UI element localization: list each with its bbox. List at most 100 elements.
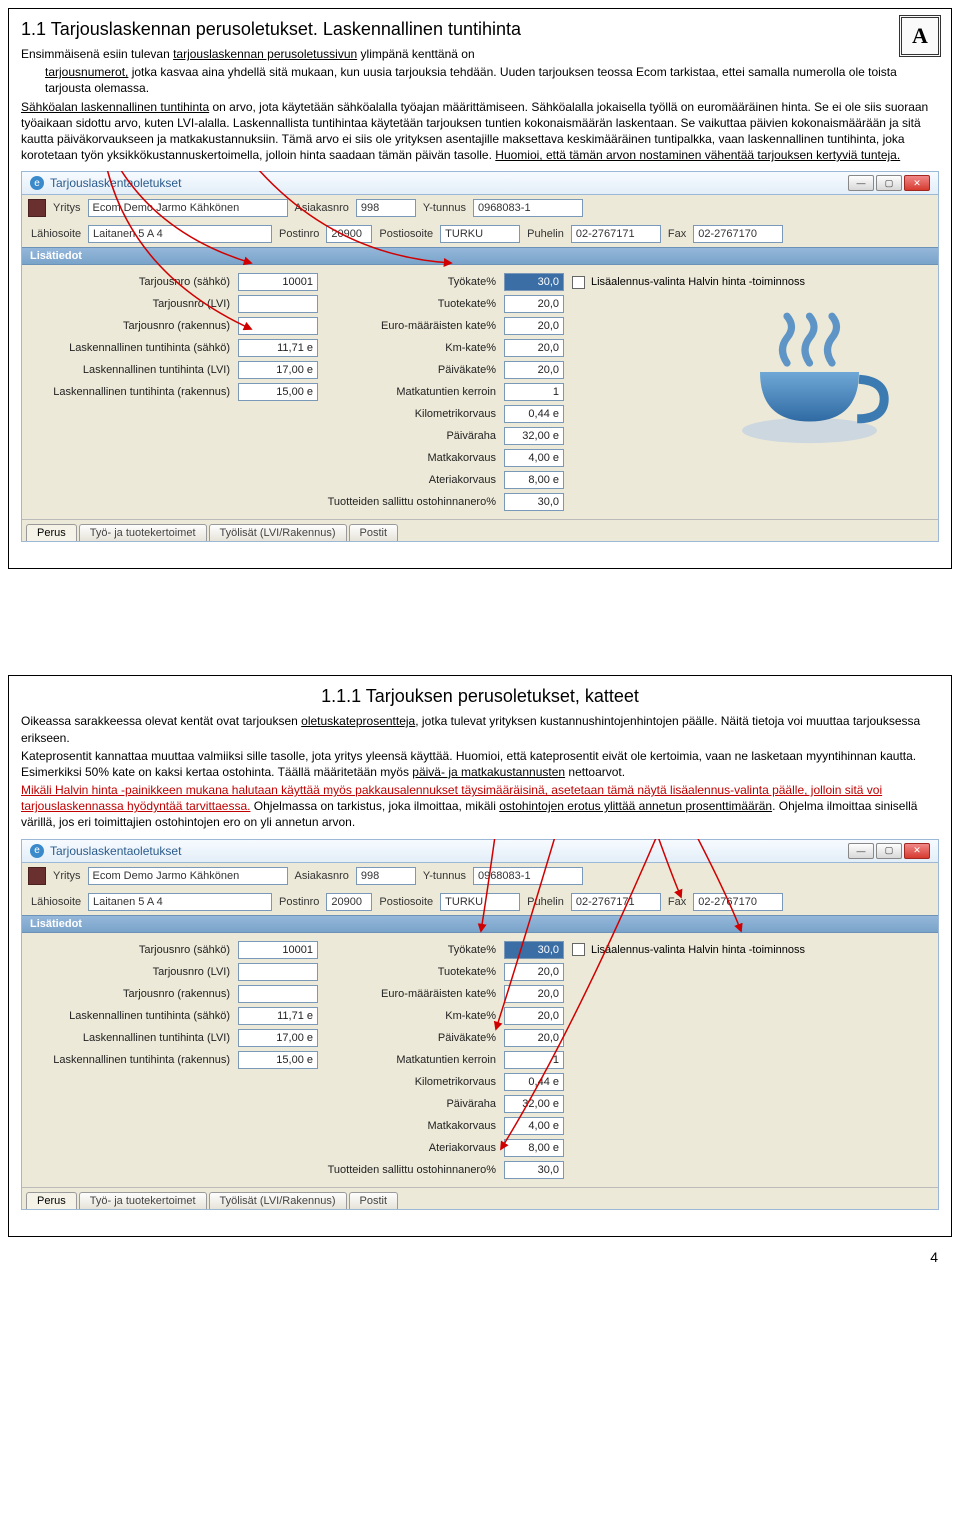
checkbox-row[interactable]: Lisäalennus-valinta Halvin hinta -toimin… xyxy=(572,943,930,956)
checkbox-row[interactable]: Lisäalennus-valinta Halvin hinta -toimin… xyxy=(572,276,930,289)
right-label: Km-kate% xyxy=(326,342,496,354)
tab-tyo[interactable]: Työ- ja tuotekertoimet xyxy=(79,524,207,541)
s2-p3b: Ohjelmassa on tarkistus, joka ilmoittaa,… xyxy=(250,799,499,813)
yritys-input[interactable]: Ecom Demo Jarmo Kähkönen xyxy=(88,867,288,885)
section2-body: Oikeassa sarakkeessa olevat kentät ovat … xyxy=(21,713,939,830)
s1-p1e: jotka kasvaa aina yhdellä sitä mukaan, k… xyxy=(45,65,897,95)
page-number: 4 xyxy=(0,1245,960,1273)
minimize-button[interactable]: — xyxy=(848,175,874,191)
right-input[interactable]: 0,44 e xyxy=(504,405,564,423)
tab-postit[interactable]: Postit xyxy=(349,524,399,541)
right-input[interactable]: 30,0 xyxy=(504,493,564,511)
ytunnus-input[interactable]: 0968083-1 xyxy=(473,867,583,885)
yritys-input[interactable]: Ecom Demo Jarmo Kähkönen xyxy=(88,199,288,217)
right-input[interactable]: 8,00 e xyxy=(504,1139,564,1157)
puhelin-input[interactable]: 02-2767171 xyxy=(571,893,661,911)
ytunnus-label: Y-tunnus xyxy=(420,870,469,882)
lahiosoite-input[interactable]: Laitanen 5 A 4 xyxy=(88,225,272,243)
left-input[interactable]: 10001 xyxy=(238,941,318,959)
right-label: Päiväraha xyxy=(326,430,496,442)
left-input[interactable]: 11,71 e xyxy=(238,1007,318,1025)
tabs-row: Perus Työ- ja tuotekertoimet Työlisät (L… xyxy=(22,519,938,541)
left-input[interactable]: 15,00 e xyxy=(238,1051,318,1069)
left-input[interactable]: 17,00 e xyxy=(238,361,318,379)
tab-tyolisat[interactable]: Työlisät (LVI/Rakennus) xyxy=(209,1192,347,1209)
right-input[interactable]: 1 xyxy=(504,383,564,401)
asiakasnro-input[interactable]: 998 xyxy=(356,199,416,217)
s1-p1d: tarjousnumerot, xyxy=(45,65,128,79)
right-input[interactable]: 20,0 xyxy=(504,963,564,981)
left-input[interactable]: 11,71 e xyxy=(238,339,318,357)
ytunnus-input[interactable]: 0968083-1 xyxy=(473,199,583,217)
left-label: Tarjousnro (sähkö) xyxy=(30,944,230,956)
right-input[interactable]: 20,0 xyxy=(504,985,564,1003)
right-label: Ateriakorvaus xyxy=(326,1142,496,1154)
right-input[interactable]: 30,0 xyxy=(504,941,564,959)
postiosoite-input[interactable]: TURKU xyxy=(440,225,520,243)
maximize-button[interactable]: ▢ xyxy=(876,175,902,191)
asiakasnro-label: Asiakasnro xyxy=(292,202,352,214)
right-input[interactable]: 32,00 e xyxy=(504,427,564,445)
close-button[interactable]: ✕ xyxy=(904,175,930,191)
app-titlebar: e Tarjouslaskentaoletukset — ▢ ✕ xyxy=(21,171,939,194)
right-input[interactable]: 20,0 xyxy=(504,317,564,335)
left-input[interactable] xyxy=(238,295,318,313)
postinro-input[interactable]: 20900 xyxy=(326,225,372,243)
left-input[interactable]: 10001 xyxy=(238,273,318,291)
postiosoite-label: Postiosoite xyxy=(376,896,436,908)
app-screenshot-2: e Tarjouslaskentaoletukset — ▢ ✕ Yritys … xyxy=(21,839,939,1210)
close-button[interactable]: ✕ xyxy=(904,843,930,859)
fax-input[interactable]: 02-2767170 xyxy=(693,225,783,243)
right-input[interactable]: 1 xyxy=(504,1051,564,1069)
right-label: Tuotekate% xyxy=(326,298,496,310)
checkbox-icon[interactable] xyxy=(572,276,585,289)
puhelin-label: Puhelin xyxy=(524,896,567,908)
tab-tyolisat[interactable]: Työlisät (LVI/Rakennus) xyxy=(209,524,347,541)
right-input[interactable]: 8,00 e xyxy=(504,471,564,489)
right-input[interactable]: 0,44 e xyxy=(504,1073,564,1091)
postinro-input[interactable]: 20900 xyxy=(326,893,372,911)
s1-p2c: Huomioi, että tämän arvon nostaminen väh… xyxy=(495,148,900,162)
right-input[interactable]: 32,00 e xyxy=(504,1095,564,1113)
tab-perus[interactable]: Perus xyxy=(26,524,77,541)
minimize-button[interactable]: — xyxy=(848,843,874,859)
right-input[interactable]: 20,0 xyxy=(504,295,564,313)
asiakasnro-input[interactable]: 998 xyxy=(356,867,416,885)
postiosoite-input[interactable]: TURKU xyxy=(440,893,520,911)
maximize-button[interactable]: ▢ xyxy=(876,843,902,859)
right-input[interactable]: 20,0 xyxy=(504,1007,564,1025)
s2-p3u: ostohintojen erotus ylittää annetun pros… xyxy=(499,799,772,813)
s2-p2u: päivä- ja matkakustannusten xyxy=(412,765,565,779)
right-label: Euro-määräisten kate% xyxy=(326,320,496,332)
tab-perus[interactable]: Perus xyxy=(26,1192,77,1209)
app-title-text: Tarjouslaskentaoletukset xyxy=(50,176,181,190)
left-input[interactable] xyxy=(238,985,318,1003)
fax-input[interactable]: 02-2767170 xyxy=(693,893,783,911)
checkbox-icon[interactable] xyxy=(572,943,585,956)
right-label: Tuotteiden sallittu ostohinnanero% xyxy=(326,496,496,508)
tab-tyo[interactable]: Työ- ja tuotekertoimet xyxy=(79,1192,207,1209)
puhelin-input[interactable]: 02-2767171 xyxy=(571,225,661,243)
s2-p1a: Oikeassa sarakkeessa olevat kentät ovat … xyxy=(21,714,301,728)
right-input[interactable]: 4,00 e xyxy=(504,1117,564,1135)
toolbar-square-icon[interactable] xyxy=(28,199,46,217)
postiosoite-label: Postiosoite xyxy=(376,228,436,240)
app-body: Yritys Ecom Demo Jarmo Kähkönen Asiakasn… xyxy=(21,194,939,542)
lisatiedot-bar: Lisätiedot xyxy=(22,915,938,933)
tab-postit[interactable]: Postit xyxy=(349,1192,399,1209)
left-input[interactable]: 15,00 e xyxy=(238,383,318,401)
lahiosoite-label: Lähiosoite xyxy=(28,228,84,240)
lahiosoite-input[interactable]: Laitanen 5 A 4 xyxy=(88,893,272,911)
app-icon: e xyxy=(30,844,44,858)
right-input[interactable]: 20,0 xyxy=(504,1029,564,1047)
right-input[interactable]: 4,00 e xyxy=(504,449,564,467)
right-input[interactable]: 30,0 xyxy=(504,1161,564,1179)
left-input[interactable]: 17,00 e xyxy=(238,1029,318,1047)
left-input[interactable] xyxy=(238,963,318,981)
right-input[interactable]: 30,0 xyxy=(504,273,564,291)
right-input[interactable]: 20,0 xyxy=(504,339,564,357)
left-input[interactable] xyxy=(238,317,318,335)
toolbar-square-icon[interactable] xyxy=(28,867,46,885)
right-input[interactable]: 20,0 xyxy=(504,361,564,379)
header-row-1: Yritys Ecom Demo Jarmo Kähkönen Asiakasn… xyxy=(22,195,938,221)
